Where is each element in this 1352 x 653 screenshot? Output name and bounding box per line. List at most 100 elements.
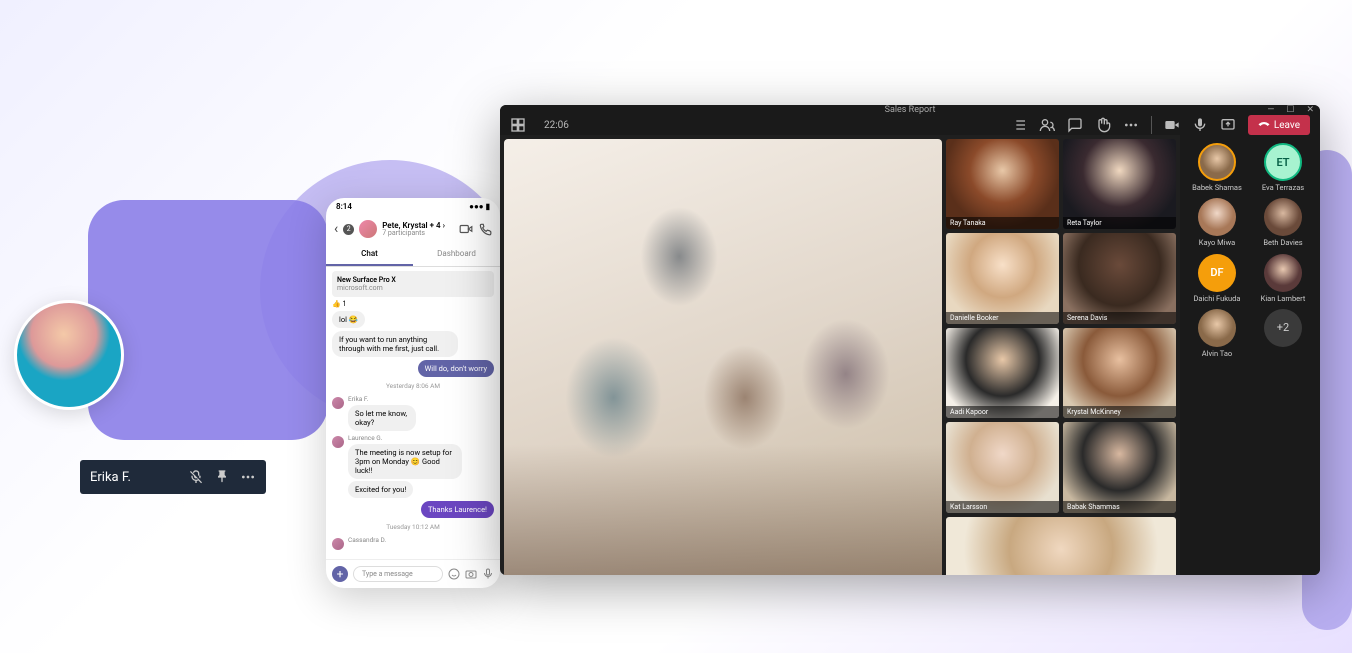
chat-title-block[interactable]: Pete, Krystal + 4 › 7 participants (382, 222, 454, 237)
mobile-header: ‹ 2 Pete, Krystal + 4 › 7 participants (326, 215, 500, 243)
mobile-chat-window: 8:14 ●●● ▮ ‹ 2 Pete, Krystal + 4 › 7 par… (326, 198, 500, 588)
people-icon[interactable] (1039, 117, 1055, 133)
sender-name: Erika F. (348, 395, 435, 403)
mobile-status-bar: 8:14 ●●● ▮ (326, 198, 500, 215)
message-list[interactable]: New Surface Pro X microsoft.com 👍 1 lol … (326, 267, 500, 559)
video-tile[interactable]: Serena Davis (1063, 233, 1176, 323)
link-subtitle: microsoft.com (337, 284, 489, 292)
close-icon[interactable]: ✕ (1306, 105, 1314, 115)
list-icon[interactable] (1011, 117, 1027, 133)
main-video-tile[interactable]: nf Room Contoso Square 1234 (5) (504, 139, 942, 575)
more-icon[interactable] (240, 469, 256, 485)
pin-icon[interactable] (214, 469, 230, 485)
hangup-icon (1258, 119, 1270, 131)
participant[interactable]: DF Daichi Fukuda (1186, 254, 1248, 303)
video-tile[interactable]: Babak Shammas (1063, 422, 1176, 512)
phone-icon[interactable] (478, 222, 492, 236)
participant-avatar: DF (1198, 254, 1236, 292)
video-icon[interactable] (459, 222, 473, 236)
msg-avatar (332, 436, 344, 448)
participant-avatar (1264, 254, 1302, 292)
video-tile[interactable]: Reta Taylor (1063, 139, 1176, 229)
participant-name: Alvin Tao (1202, 350, 1232, 358)
participant-avatar: ET (1264, 143, 1302, 181)
camera-icon[interactable] (465, 568, 477, 580)
tab-chat[interactable]: Chat (326, 243, 413, 266)
mic-muted-icon[interactable] (188, 469, 204, 485)
video-tile[interactable]: Ray Tanaka (946, 139, 1059, 229)
participant-sidebar: Babek Shamas ET Eva Terrazas Kayo Miwa Beth … (1180, 135, 1320, 575)
msg-avatar (332, 397, 344, 409)
meeting-toolbar: 22:06 Leave (500, 115, 1320, 135)
camera-on-icon[interactable] (1164, 117, 1180, 133)
link-card[interactable]: New Surface Pro X microsoft.com (332, 271, 494, 297)
tile-name: Danielle Booker (946, 312, 1059, 324)
chat-icon[interactable] (1067, 117, 1083, 133)
more-icon[interactable] (1123, 117, 1139, 133)
tile-name: Ray Tanaka (946, 217, 1059, 229)
avatar-large (14, 300, 124, 410)
share-icon[interactable] (1220, 117, 1236, 133)
tile-name: Serena Davis (1063, 312, 1176, 324)
message-in: The meeting is now setup for 3pm on Mond… (348, 444, 462, 479)
participant[interactable]: Beth Davies (1252, 198, 1314, 247)
message-in: lol 😂 (332, 311, 365, 328)
participant[interactable]: Kayo Miwa (1186, 198, 1248, 247)
message-input-bar: + Type a message (326, 559, 500, 588)
participant[interactable]: Alvin Tao (1186, 309, 1248, 358)
participant[interactable]: ET Eva Terrazas (1252, 143, 1314, 192)
leave-button[interactable]: Leave (1248, 115, 1310, 135)
participant-name-bar: Erika F. (80, 460, 266, 494)
tile-name: Babak Shammas (1063, 501, 1176, 513)
tile-name: Aadi Kapoor (946, 406, 1059, 418)
message-input[interactable]: Type a message (353, 566, 443, 582)
add-button[interactable]: + (332, 566, 348, 582)
back-badge: 2 (343, 224, 354, 235)
participant[interactable]: Babek Shamas (1186, 143, 1248, 192)
teams-meeting-window: Sales Report ― ☐ ✕ 22:06 Leave nf Room C… (500, 105, 1320, 575)
status-time: 8:14 (336, 202, 352, 211)
video-tile[interactable] (946, 517, 1176, 575)
raise-hand-icon[interactable] (1095, 117, 1111, 133)
reaction[interactable]: 👍 1 (332, 300, 494, 308)
message-in: If you want to run anything through with… (332, 331, 458, 357)
participant-name: Eva Terrazas (1262, 184, 1304, 192)
emoji-icon[interactable] (448, 568, 460, 580)
window-title: Sales Report (885, 105, 936, 115)
message-in: So let me know, okay? (348, 405, 416, 431)
participant-avatar (1198, 309, 1236, 347)
sender-name: Laurence G. (348, 434, 494, 442)
tile-name: Krystal McKinney (1063, 406, 1176, 418)
video-tile[interactable]: Aadi Kapoor (946, 328, 1059, 418)
tab-dashboard[interactable]: Dashboard (413, 243, 500, 266)
maximize-icon[interactable]: ☐ (1286, 105, 1294, 115)
participant-name: Beth Davies (1263, 239, 1302, 247)
message-out: Will do, don't worry (418, 360, 494, 377)
tile-name: Kat Larsson (946, 501, 1059, 513)
video-tile[interactable]: Krystal McKinney (1063, 328, 1176, 418)
minimize-icon[interactable]: ― (1267, 105, 1274, 115)
participant-avatar (1198, 198, 1236, 236)
video-tile[interactable]: Kat Larsson (946, 422, 1059, 512)
video-grid: Ray Tanaka Reta Taylor Danielle Booker Sere… (946, 139, 1176, 575)
video-tile[interactable]: Danielle Booker (946, 233, 1059, 323)
chat-subtitle: 7 participants (382, 230, 454, 237)
status-icons: ●●● ▮ (469, 202, 490, 211)
participant[interactable]: Kian Lambert (1252, 254, 1314, 303)
grid-icon[interactable] (510, 117, 526, 133)
chat-avatar (359, 220, 377, 238)
mic-icon[interactable] (482, 568, 494, 580)
participant-name: Daichi Fukuda (1193, 295, 1240, 303)
window-titlebar: Sales Report ― ☐ ✕ (500, 105, 1320, 115)
participant-avatar: +2 (1264, 309, 1302, 347)
msg-avatar (332, 538, 344, 550)
timestamp: Yesterday 8:06 AM (332, 380, 494, 392)
mic-on-icon[interactable] (1192, 117, 1208, 133)
mobile-tabs: Chat Dashboard (326, 243, 500, 267)
leave-label: Leave (1274, 120, 1300, 131)
back-icon[interactable]: ‹ (334, 221, 338, 237)
tile-name: Reta Taylor (1063, 217, 1176, 229)
participant[interactable]: +2 (1252, 309, 1314, 358)
message-in: Excited for you! (348, 481, 413, 498)
participant-name: Babek Shamas (1192, 184, 1242, 192)
